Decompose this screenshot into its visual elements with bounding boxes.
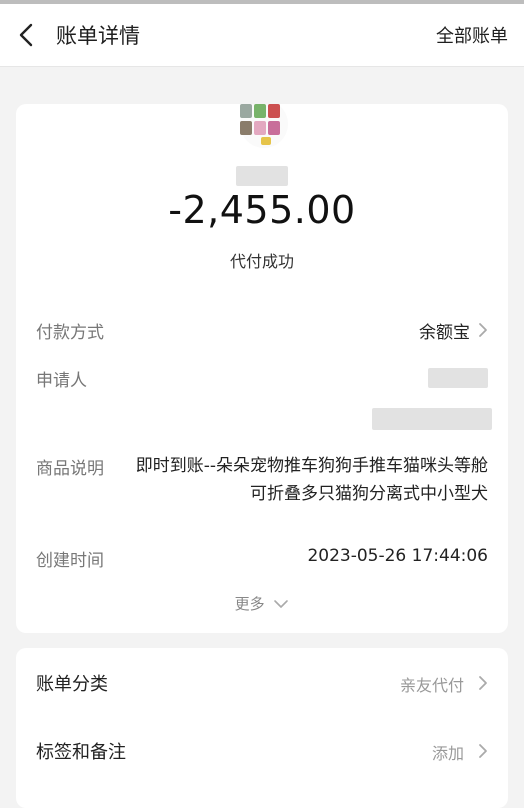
tags-notes-value: 添加 [431,744,464,763]
chevron-right-icon [479,323,487,337]
payment-status: 代付成功 [229,252,294,271]
bill-category-value: 亲友代付 [399,676,464,695]
payment-method-row[interactable]: 余额宝 [419,318,488,343]
payee-name-redacted [236,166,288,186]
amount: -2,455.00 [168,188,356,232]
product-desc-label: 商品说明 [36,459,104,479]
bill-category-label: 账单分类 [36,674,108,695]
app-header: 账单详情 全部账单 [0,4,524,67]
payment-method-value: 余额宝 [419,323,470,343]
bill-category-row[interactable]: 账单分类 亲友代付 [16,648,508,716]
chevron-right-icon [479,676,487,690]
tags-notes-row[interactable]: 标签和备注 添加 [16,718,508,786]
all-bills-link[interactable]: 全部账单 [436,22,508,48]
created-time-value: 2023-05-26 17:44:06 [307,546,488,566]
applicant-label: 申请人 [36,371,87,391]
more-label: 更多 [234,595,265,613]
more-toggle[interactable]: 更多 [16,593,508,614]
merchant-avatar [237,100,291,148]
bill-settings-card: 账单分类 亲友代付 标签和备注 添加 [16,648,508,808]
chevron-down-icon [274,600,289,608]
payment-method-label: 付款方式 [36,323,104,343]
chevron-right-icon [479,744,487,758]
bill-detail-card: -2,455.00 代付成功 付款方式 余额宝 申请人 商品说明 即时到账--朵… [16,100,508,633]
product-desc-value: 即时到账--朵朵宠物推车狗狗手推车猫咪头等舱可折叠多只猫狗分离式中小型犬 [135,456,488,504]
applicant-name-redacted [428,368,488,388]
applicant-account-redacted [372,408,492,430]
created-time-label: 创建时间 [36,551,104,571]
page-title: 账单详情 [56,24,140,48]
back-icon[interactable] [14,22,40,48]
tags-notes-label: 标签和备注 [36,742,126,763]
